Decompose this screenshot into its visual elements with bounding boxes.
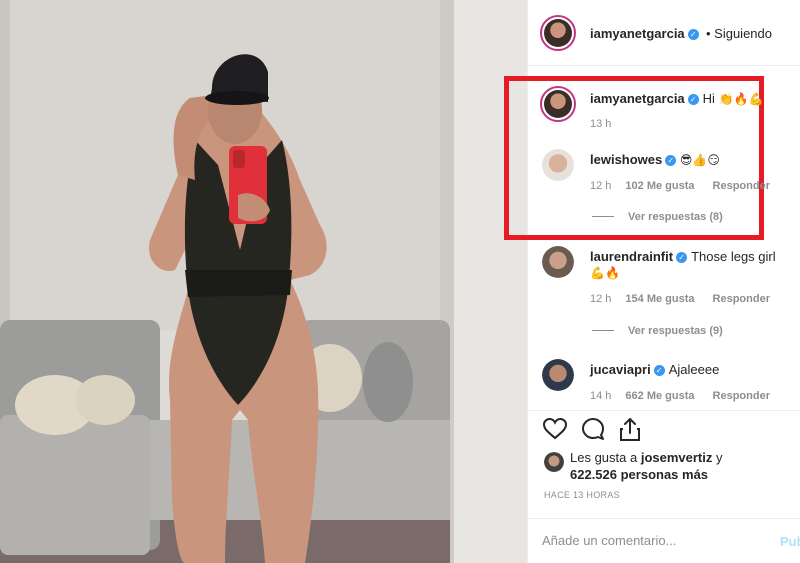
verified-badge-icon: ✓ [653, 365, 665, 376]
reply-button[interactable]: Responder [713, 390, 770, 402]
mirror-selfie-image [0, 0, 527, 563]
comment-text: Hi [702, 91, 715, 106]
author-username[interactable]: iamyanetgarcia ✓ [590, 26, 699, 41]
comment-input[interactable] [542, 533, 762, 548]
comment-likes[interactable]: 102 Me gusta [625, 180, 694, 192]
reply-button[interactable]: Responder [713, 293, 770, 305]
reply-button[interactable]: Responder [713, 180, 770, 192]
comment-username[interactable]: jucaviapri ✓ Ajaleeee [590, 362, 719, 377]
comment-text: Those legs girl [691, 249, 776, 264]
comment-text: Ajaleeee [668, 362, 720, 377]
view-replies-button[interactable]: Ver respuestas (8) [592, 211, 723, 223]
verified-badge-icon: ✓ [687, 94, 699, 105]
comment-username[interactable]: laurendrainfit ✓ Those legs girl [590, 249, 776, 264]
divider-line [592, 216, 614, 217]
verified-badge-icon: ✓ [687, 29, 699, 40]
liker-avatar[interactable] [544, 452, 564, 472]
comment-emoji: 😎👍😏 [679, 153, 720, 167]
comment-meta: 12 h 102 Me gusta Responder [590, 180, 770, 192]
view-replies-button[interactable]: Ver respuestas (9) [592, 325, 723, 337]
comment-username[interactable]: iamyanetgarcia ✓ Hi 👏🔥💪 [590, 91, 763, 106]
comment-likes[interactable]: 154 Me gusta [625, 293, 694, 305]
actions-section: Les gusta a josemvertiz y 622.526 person… [528, 410, 800, 552]
post-photo[interactable] [0, 0, 527, 563]
comment-avatar[interactable] [540, 86, 576, 122]
share-icon[interactable] [618, 416, 642, 442]
comment-time: 13 h [590, 118, 612, 130]
comment-emoji: 👏🔥💪 [718, 92, 764, 106]
comment-likes[interactable]: 662 Me gusta [625, 390, 694, 402]
heart-icon[interactable] [542, 417, 568, 441]
liker-username[interactable]: josemvertiz [641, 450, 713, 465]
follow-status[interactable]: • Siguiendo [706, 26, 772, 41]
verified-badge-icon: ✓ [676, 252, 688, 263]
comment-meta: 14 h 662 Me gusta Responder [590, 390, 770, 402]
author-avatar[interactable] [540, 15, 576, 51]
comment-emoji: 💪🔥 [590, 266, 620, 280]
comment-username[interactable]: lewishowes ✓ 😎👍😏 [590, 152, 720, 167]
publish-button[interactable]: Publicar [780, 534, 800, 549]
post-header: iamyanetgarcia ✓ • Siguiendo [528, 0, 800, 66]
likes-count-button[interactable]: 622.526 personas más [570, 467, 708, 482]
comment-meta: 12 h 154 Me gusta Responder [590, 293, 770, 305]
comment-avatar[interactable] [542, 246, 574, 278]
comment-avatar[interactable] [542, 149, 574, 181]
add-comment-bar: Publicar [528, 518, 800, 563]
comment-icon[interactable] [580, 417, 606, 441]
comment-time: 12 h [590, 293, 612, 305]
verified-badge-icon: ✓ [665, 155, 677, 166]
likes-summary: Les gusta a josemvertiz y 622.526 person… [570, 450, 723, 482]
post-side-panel: iamyanetgarcia ✓ • Siguiendo iamyanetgarc… [504, 0, 800, 563]
comment-time: 12 h [590, 180, 612, 192]
post-timestamp: HACE 13 HORAS [544, 490, 620, 500]
comment-time: 14 h [590, 390, 612, 402]
divider-line [592, 330, 614, 331]
comment-avatar[interactable] [542, 359, 574, 391]
